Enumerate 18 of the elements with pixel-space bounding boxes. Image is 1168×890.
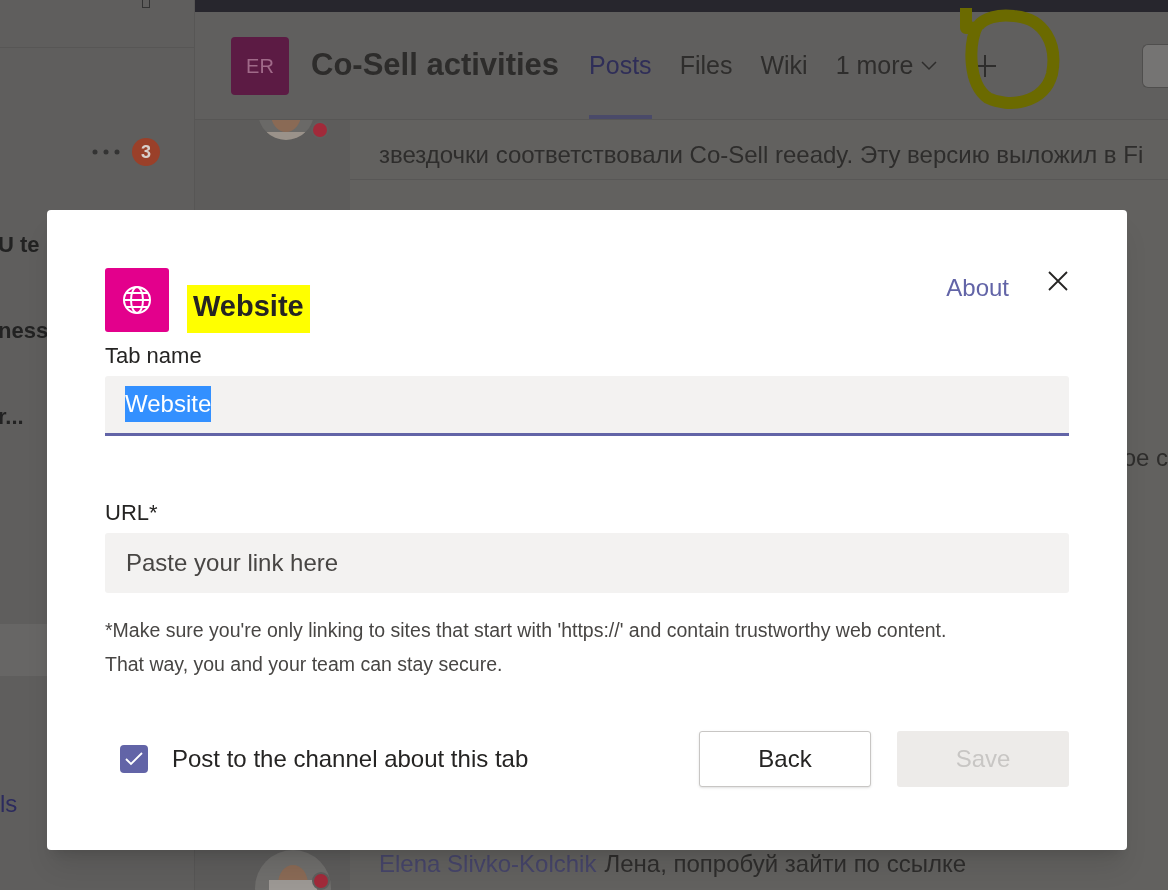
checkbox[interactable] xyxy=(120,744,148,773)
globe-icon xyxy=(105,268,169,332)
toolbar-button[interactable] xyxy=(1142,43,1168,88)
note-text: *Make sure you're only linking to sites that start with 'https://' and contain trustworthy web content. That way, you and your team can stay secure. xyxy=(105,617,948,677)
url-field[interactable]: Paste your link here xyxy=(105,532,1069,593)
field-label: Tab name xyxy=(105,341,203,370)
checkbox-label[interactable]: Post to the channel about this tab xyxy=(172,740,529,777)
about-link[interactable]: About xyxy=(946,270,1009,306)
chevron-down-icon xyxy=(921,60,938,71)
team-avatar: ER xyxy=(231,36,289,95)
tab-name-field[interactable]: Website xyxy=(105,375,1069,436)
more-icon[interactable] xyxy=(92,149,120,155)
field-label: URL* xyxy=(105,498,159,527)
check-icon xyxy=(125,751,143,766)
dialog-title: Website xyxy=(187,285,310,333)
unread-badge: 3 xyxy=(132,138,160,166)
back-button[interactable]: Back xyxy=(699,730,871,787)
close-icon[interactable] xyxy=(1047,270,1069,292)
